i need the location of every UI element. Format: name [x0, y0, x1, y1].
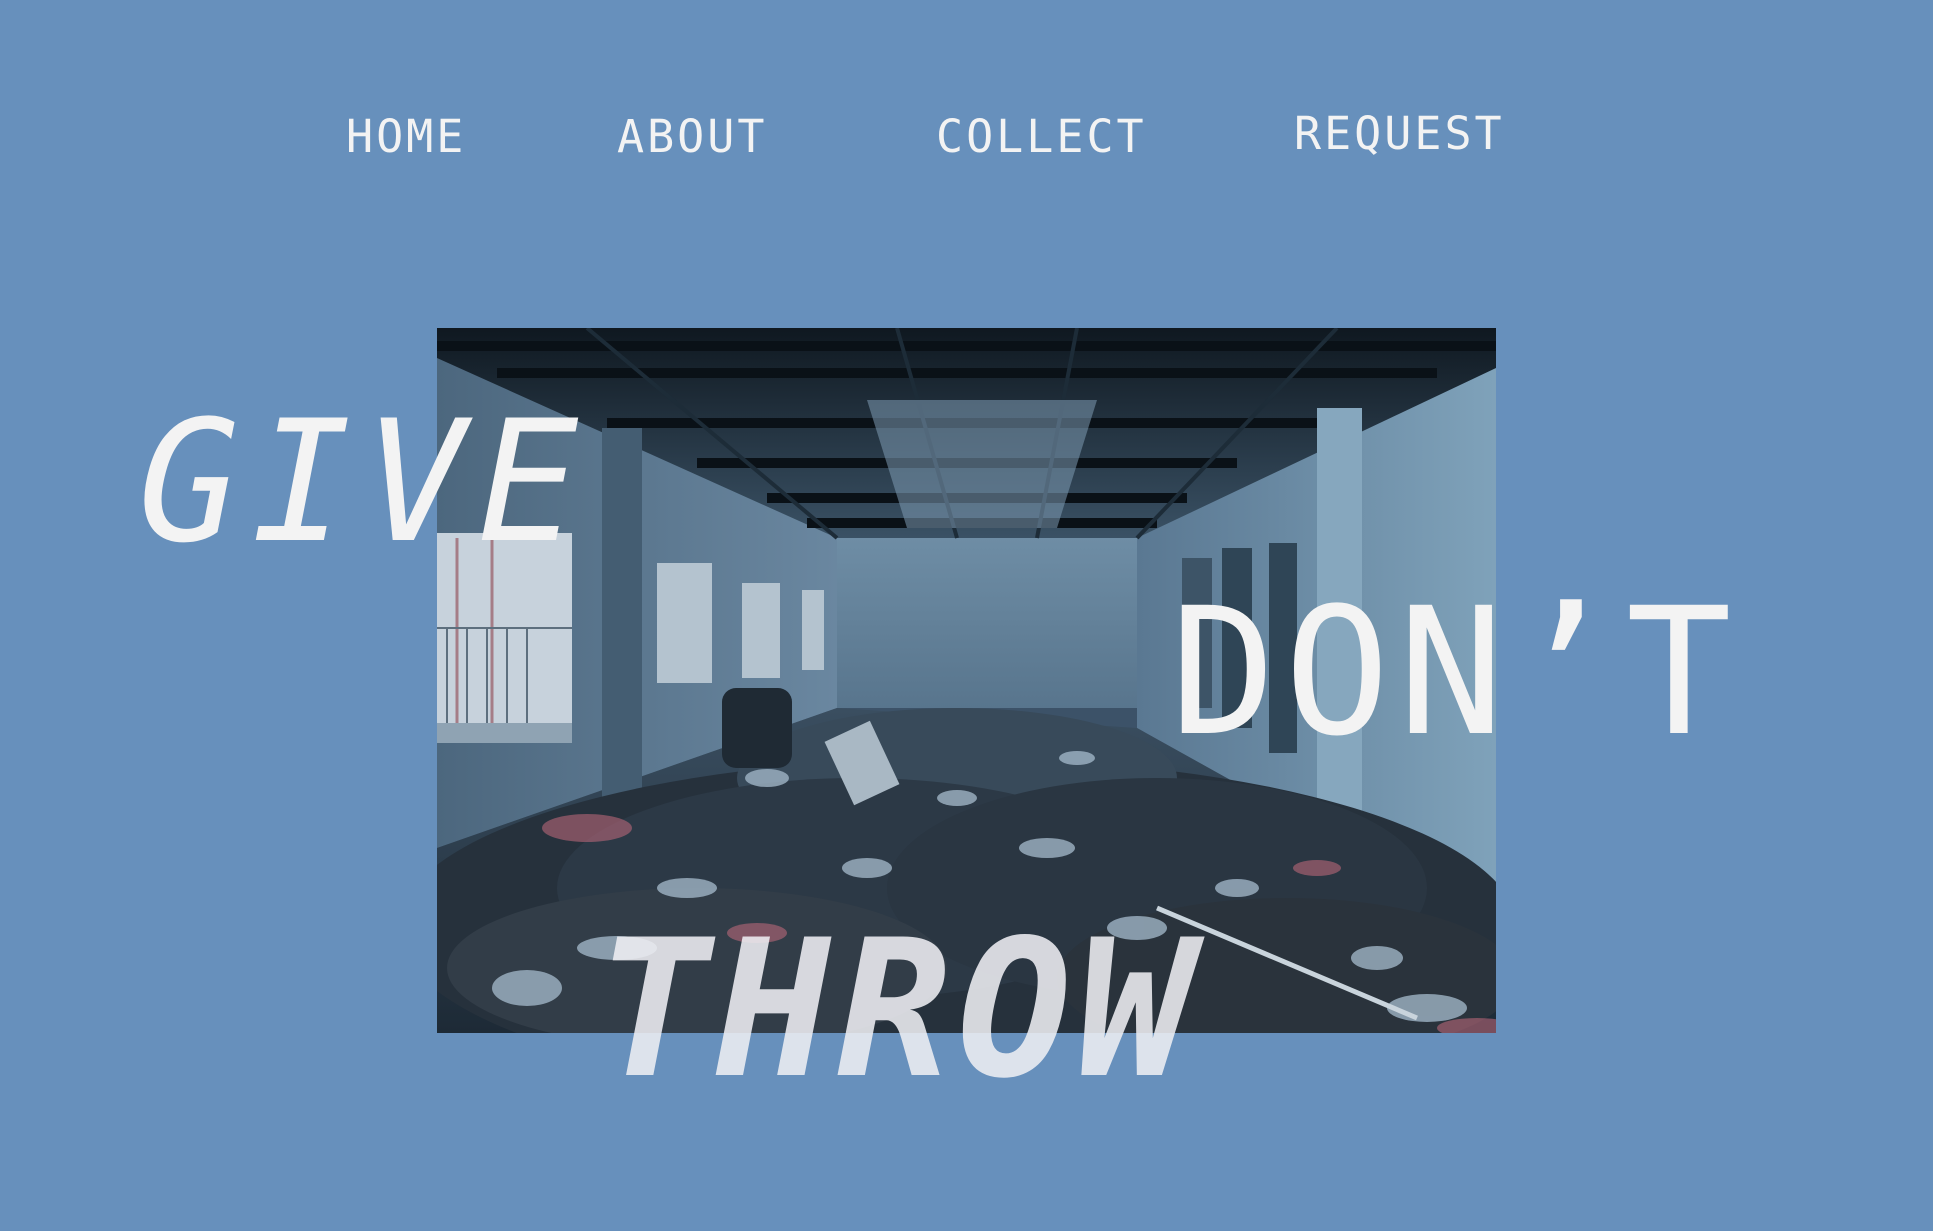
main-nav: HOME ABOUT COLLECT REQUEST — [0, 107, 1933, 170]
nav-link-home[interactable]: HOME — [346, 110, 466, 163]
hero-word-throw: THROW — [596, 899, 1198, 1120]
nav-link-request[interactable]: REQUEST — [1294, 107, 1505, 160]
nav-link-collect[interactable]: COLLECT — [936, 110, 1147, 163]
hero-word-dont: DON’T — [1170, 570, 1740, 775]
hero-word-give: GIVE — [138, 384, 591, 580]
nav-link-about[interactable]: ABOUT — [617, 110, 767, 163]
